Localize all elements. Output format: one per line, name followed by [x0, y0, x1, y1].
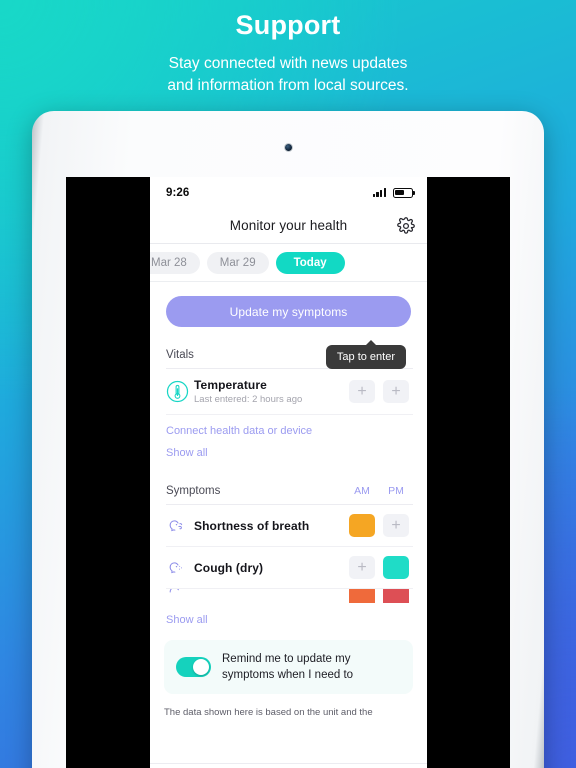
row-content: Cough (dry): [194, 561, 345, 575]
date-pill-today[interactable]: Today: [275, 251, 345, 274]
status-bar: 9:26: [150, 177, 427, 208]
promo-subtitle: Stay connected with news updates and inf…: [0, 53, 576, 97]
table-row[interactable]: Temperature Last entered: 2 hours ago + …: [166, 369, 413, 415]
symptom-am-cell[interactable]: +: [345, 556, 379, 579]
symptoms-col-pm: PM: [388, 485, 404, 497]
table-row[interactable]: Shortness of breath +: [166, 505, 413, 547]
symptom-pm-cell[interactable]: [379, 589, 413, 603]
shortness-of-breath-icon: [166, 516, 194, 536]
date-pill-mar-28[interactable]: Mar 28: [150, 251, 200, 274]
tooltip-tap-to-enter: Tap to enter: [325, 340, 406, 369]
vital-last-entered: Last entered: 2 hours ago: [194, 394, 303, 405]
promo-header: Support Stay connected with news updates…: [0, 0, 576, 97]
status-time: 9:26: [166, 186, 190, 199]
symptoms-section-header: Symptoms AM PM: [166, 485, 413, 505]
symptoms-show-all-link[interactable]: Show all: [166, 614, 411, 626]
vitals-show-all-link[interactable]: Show all: [166, 447, 411, 459]
symptom-pm-add-button[interactable]: +: [383, 514, 409, 537]
symptom-am-value-button[interactable]: [349, 589, 375, 603]
symptom-pm-value-button[interactable]: [383, 556, 409, 579]
symptom-am-value-button[interactable]: [349, 514, 375, 537]
date-selector[interactable]: Mar 28 Mar 29 Today: [150, 244, 427, 282]
status-indicators: [372, 187, 416, 198]
symptom-pm-cell[interactable]: [379, 556, 413, 579]
vital-name: Temperature: [194, 378, 267, 392]
tablet-screen: 9:26 Monitor your health Mar 28 Mar 29 T…: [66, 177, 510, 768]
cellular-signal-icon: [372, 188, 386, 197]
promo-title: Support: [235, 10, 341, 40]
row-content: Shortness of breath: [194, 519, 345, 533]
partial-symptom-icon: [166, 589, 194, 603]
promo-subtitle-line-2: and information from local sources.: [167, 77, 409, 94]
reminder-toggle[interactable]: [176, 657, 211, 677]
vital-am-cell[interactable]: +: [345, 380, 379, 403]
symptoms-section-title: Symptoms: [166, 485, 221, 497]
reminder-label: Remind me to update my symptoms when I n…: [222, 653, 354, 681]
symptom-pm-cell[interactable]: +: [379, 514, 413, 537]
tablet-device-frame: 9:26 Monitor your health Mar 28 Mar 29 T…: [32, 111, 544, 768]
row-content: Temperature Last entered: 2 hours ago: [194, 378, 345, 405]
symptom-name: Shortness of breath: [194, 518, 310, 533]
cough-dry-icon: [166, 558, 194, 578]
reminder-card[interactable]: Remind me to update my symptoms when I n…: [164, 640, 413, 694]
gear-icon[interactable]: [397, 216, 415, 235]
symptom-am-add-button[interactable]: +: [349, 556, 375, 579]
battery-icon: [393, 187, 416, 198]
symptom-pm-value-button[interactable]: [383, 589, 409, 603]
tab-bar[interactable]: [150, 763, 427, 768]
table-row[interactable]: [166, 589, 413, 603]
promo-subtitle-line-1: Stay connected with news updates: [168, 55, 408, 72]
vital-pm-cell[interactable]: +: [379, 380, 413, 403]
app-viewport: 9:26 Monitor your health Mar 28 Mar 29 T…: [150, 177, 427, 768]
vitals-section-title: Vitals: [166, 349, 194, 361]
symptom-name: Cough (dry): [194, 560, 264, 575]
page-title: Monitor your health: [229, 218, 348, 233]
symptom-am-cell[interactable]: [345, 514, 379, 537]
nav-bar: Monitor your health: [150, 208, 427, 244]
footnote-text: The data shown here is based on the unit…: [164, 707, 373, 718]
connect-health-data-link[interactable]: Connect health data or device: [166, 425, 411, 437]
front-camera-dot-icon: [284, 144, 292, 151]
date-pill-mar-29[interactable]: Mar 29: [206, 251, 269, 274]
add-am-button[interactable]: +: [349, 380, 375, 403]
add-pm-button[interactable]: +: [383, 380, 409, 403]
symptom-am-cell[interactable]: [345, 589, 379, 603]
symptoms-col-am: AM: [354, 485, 370, 497]
thermometer-icon: [166, 380, 194, 403]
update-my-symptoms-button[interactable]: Update my symptoms: [166, 296, 411, 327]
table-row[interactable]: Cough (dry) +: [166, 547, 413, 589]
main-content: Update my symptoms Vitals AM PM: [150, 282, 427, 763]
